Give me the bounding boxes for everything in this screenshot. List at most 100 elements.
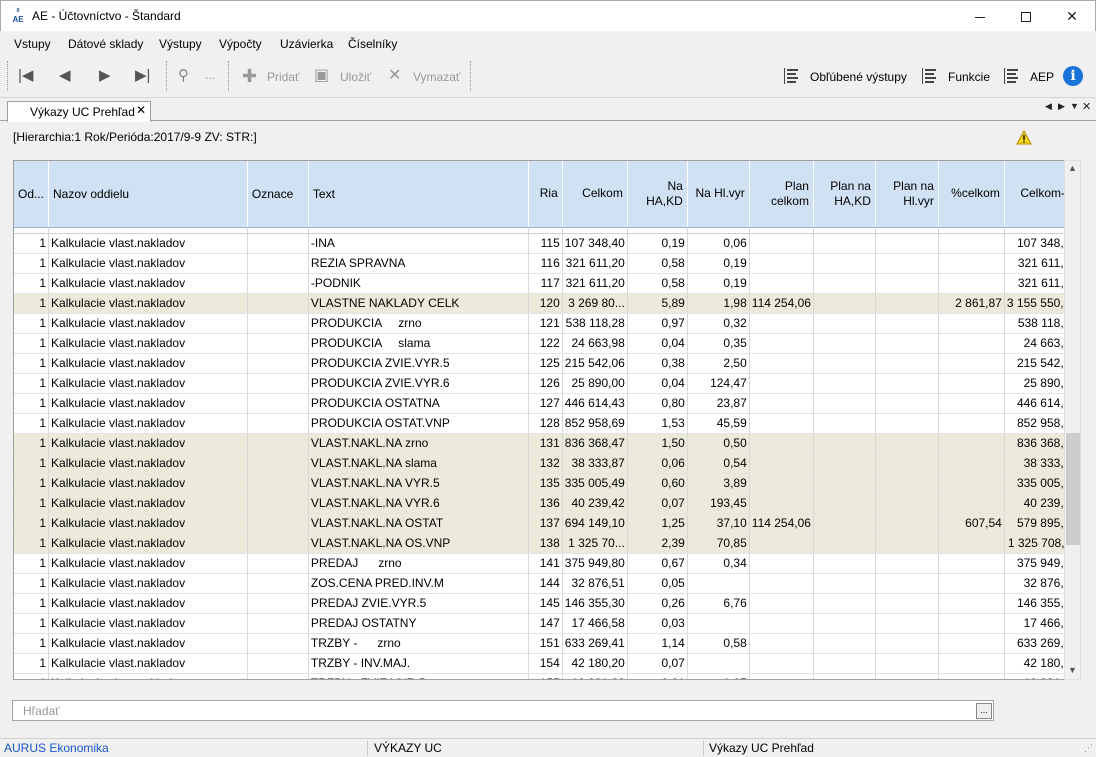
cell-percent-celkom[interactable] bbox=[938, 353, 1005, 374]
cell-celkom[interactable]: 3 269 80... bbox=[562, 293, 628, 314]
add-button[interactable]: Pridať bbox=[267, 70, 300, 84]
cell-plan-na-hl-vyr[interactable] bbox=[875, 513, 939, 534]
table-row[interactable]: 1 Kalkulacie vlast.nakladov VLAST.NAKL.NA … bbox=[14, 513, 1080, 534]
cell-celkom[interactable]: 146 355,30 bbox=[562, 593, 628, 614]
tab-close-all-icon[interactable]: ✕ bbox=[1082, 100, 1091, 113]
column-header[interactable]: Na HA,KD bbox=[627, 161, 688, 228]
cell-percent-celkom[interactable] bbox=[938, 493, 1005, 514]
cell-plan-na-hl-vyr[interactable] bbox=[875, 613, 939, 634]
cell-celkom[interactable]: 321 611,20 bbox=[562, 253, 628, 274]
column-header[interactable]: Plan celkom bbox=[749, 161, 814, 228]
cell-na-ha-kd[interactable]: 0,67 bbox=[627, 553, 688, 574]
cell-percent-celkom[interactable] bbox=[938, 613, 1005, 634]
cell-ria[interactable]: 115 bbox=[528, 233, 563, 254]
cell-text[interactable]: VLAST.NAKL.NA zrno bbox=[308, 433, 529, 454]
cell-plan-na-hl-vyr[interactable] bbox=[875, 493, 939, 514]
cell-plan-na-ha-kd[interactable] bbox=[813, 453, 876, 474]
cell-nazov-oddielu[interactable]: Kalkulacie vlast.nakladov bbox=[48, 233, 248, 254]
cell-plan-celkom[interactable] bbox=[749, 373, 814, 394]
cell-na-hl-vyr[interactable]: 45,59 bbox=[687, 413, 750, 434]
cell-od[interactable]: 1 bbox=[14, 493, 50, 514]
cell-oznace[interactable] bbox=[247, 333, 309, 354]
cell-od[interactable]: 1 bbox=[14, 653, 50, 674]
cell-ria[interactable]: 127 bbox=[528, 393, 563, 414]
cell-oznace[interactable] bbox=[247, 433, 309, 454]
cell-na-hl-vyr[interactable]: 0,35 bbox=[687, 333, 750, 354]
scroll-up-icon[interactable]: ▲ bbox=[1068, 163, 1077, 173]
cell-plan-na-ha-kd[interactable] bbox=[813, 673, 876, 679]
cell-plan-na-ha-kd[interactable] bbox=[813, 493, 876, 514]
table-row[interactable]: 1 Kalkulacie vlast.nakladov PRODUKCIA slam… bbox=[14, 333, 1080, 354]
cell-na-hl-vyr[interactable]: 1,07 bbox=[687, 673, 750, 679]
cell-na-hl-vyr[interactable]: 124,47 bbox=[687, 373, 750, 394]
cell-na-ha-kd[interactable]: 0,07 bbox=[627, 493, 688, 514]
cell-ria[interactable]: 122 bbox=[528, 333, 563, 354]
cell-plan-na-ha-kd[interactable] bbox=[813, 293, 876, 314]
cell-plan-na-ha-kd[interactable] bbox=[813, 593, 876, 614]
search-options-button[interactable]: ... bbox=[976, 703, 992, 719]
first-record-button[interactable]: |◀ bbox=[18, 67, 33, 85]
cell-celkom[interactable]: 25 890,00 bbox=[562, 373, 628, 394]
cell-plan-celkom[interactable] bbox=[749, 613, 814, 634]
cell-celkom[interactable]: 335 005,49 bbox=[562, 473, 628, 494]
cell-plan-na-ha-kd[interactable] bbox=[813, 353, 876, 374]
cell-text[interactable]: VLAST.NAKL.NA slama bbox=[308, 453, 529, 474]
cell-plan-na-hl-vyr[interactable] bbox=[875, 413, 939, 434]
aep-button[interactable]: AEP bbox=[1030, 70, 1054, 84]
cell-oznace[interactable] bbox=[247, 273, 309, 294]
cell-oznace[interactable] bbox=[247, 453, 309, 474]
cell-plan-na-ha-kd[interactable] bbox=[813, 253, 876, 274]
cell-ria[interactable]: 128 bbox=[528, 413, 563, 434]
cell-percent-celkom[interactable] bbox=[938, 253, 1005, 274]
cell-plan-na-hl-vyr[interactable] bbox=[875, 433, 939, 454]
table-row[interactable]: 1 Kalkulacie vlast.nakladov VLAST.NAKL.NA … bbox=[14, 453, 1080, 474]
cell-text[interactable]: -INA bbox=[308, 233, 529, 254]
table-row[interactable]: 1 Kalkulacie vlast.nakladov ZOS.CENA PRED.… bbox=[14, 573, 1080, 594]
cell-celkom[interactable]: 24 663,98 bbox=[562, 333, 628, 354]
menu-ciselniky[interactable]: Číselníky bbox=[348, 37, 397, 51]
cell-oznace[interactable] bbox=[247, 533, 309, 554]
table-row[interactable]: 1 Kalkulacie vlast.nakladov VLASTNE NAKLAD… bbox=[14, 293, 1080, 314]
cell-na-ha-kd[interactable]: 0,07 bbox=[627, 653, 688, 674]
cell-oznace[interactable] bbox=[247, 613, 309, 634]
cell-plan-celkom[interactable] bbox=[749, 413, 814, 434]
cell-plan-na-hl-vyr[interactable] bbox=[875, 273, 939, 294]
cell-plan-na-hl-vyr[interactable] bbox=[875, 233, 939, 254]
cell-na-hl-vyr[interactable]: 70,85 bbox=[687, 533, 750, 554]
cell-na-hl-vyr[interactable]: 37,10 bbox=[687, 513, 750, 534]
info-icon[interactable]: i bbox=[1063, 66, 1083, 86]
cell-nazov-oddielu[interactable]: Kalkulacie vlast.nakladov bbox=[48, 653, 248, 674]
cell-oznace[interactable] bbox=[247, 593, 309, 614]
cell-plan-na-ha-kd[interactable] bbox=[813, 513, 876, 534]
cell-oznace[interactable] bbox=[247, 393, 309, 414]
cell-nazov-oddielu[interactable]: Kalkulacie vlast.nakladov bbox=[48, 613, 248, 634]
tab-vykazy-uc-prehlad[interactable]: Výkazy UC Prehľad ✕ bbox=[7, 101, 151, 122]
cell-na-ha-kd[interactable]: 1,14 bbox=[627, 633, 688, 654]
cell-od[interactable]: 1 bbox=[14, 593, 50, 614]
cell-nazov-oddielu[interactable]: Kalkulacie vlast.nakladov bbox=[48, 373, 248, 394]
cell-percent-celkom[interactable] bbox=[938, 453, 1005, 474]
cell-na-hl-vyr[interactable]: 0,19 bbox=[687, 253, 750, 274]
cell-percent-celkom[interactable] bbox=[938, 633, 1005, 654]
cell-ria[interactable]: 145 bbox=[528, 593, 563, 614]
cell-text[interactable]: VLAST.NAKL.NA OSTAT bbox=[308, 513, 529, 534]
tab-scroll-right-icon[interactable]: ▶ bbox=[1058, 101, 1065, 112]
cell-plan-celkom[interactable] bbox=[749, 333, 814, 354]
table-row[interactable]: 1 Kalkulacie vlast.nakladov PREDAJ ZVIE.VY… bbox=[14, 593, 1080, 614]
cell-text[interactable]: PRODUKCIA ZVIE.VYR.5 bbox=[308, 353, 529, 374]
cell-od[interactable]: 1 bbox=[14, 273, 50, 294]
cell-nazov-oddielu[interactable]: Kalkulacie vlast.nakladov bbox=[48, 493, 248, 514]
cell-na-ha-kd[interactable]: 1,25 bbox=[627, 513, 688, 534]
cell-plan-na-ha-kd[interactable] bbox=[813, 273, 876, 294]
cell-plan-celkom[interactable] bbox=[749, 453, 814, 474]
cell-nazov-oddielu[interactable]: Kalkulacie vlast.nakladov bbox=[48, 433, 248, 454]
cell-plan-celkom[interactable] bbox=[749, 673, 814, 679]
cell-na-hl-vyr[interactable]: 6,76 bbox=[687, 593, 750, 614]
vertical-scrollbar[interactable]: ▲ ▼ bbox=[1064, 160, 1081, 680]
previous-record-button[interactable]: ◀ bbox=[59, 67, 71, 85]
menu-vstupy[interactable]: Vstupy bbox=[14, 37, 51, 51]
cell-plan-na-ha-kd[interactable] bbox=[813, 473, 876, 494]
cell-na-hl-vyr[interactable]: 0,34 bbox=[687, 553, 750, 574]
cell-plan-na-hl-vyr[interactable] bbox=[875, 653, 939, 674]
cell-oznace[interactable] bbox=[247, 253, 309, 274]
